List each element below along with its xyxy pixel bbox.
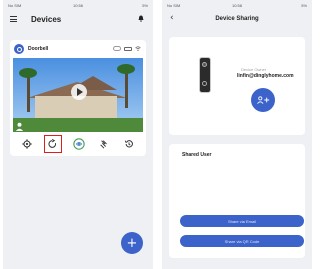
shared-user-title: Shared User (182, 152, 212, 158)
device-sharing-screen: No SIM 10:58 5% ‹ Device Sharing Device … (162, 0, 312, 269)
share-via-qr-button[interactable]: Share via QR Code (180, 235, 304, 247)
settings-button[interactable] (19, 136, 35, 152)
status-time: 10:58 (231, 2, 242, 8)
device-toolbar (10, 134, 146, 154)
device-owner-card: Device Owner linfin@dinglyhome.com (169, 37, 305, 135)
person-icon (15, 122, 24, 131)
add-user-icon (256, 96, 269, 104)
share-icon (48, 139, 56, 148)
status-time: 10:56 (72, 2, 83, 8)
history-icon (125, 140, 134, 148)
device-owner-label: Device Owner (241, 67, 267, 72)
add-device-button[interactable]: + (121, 232, 143, 254)
status-bar: No SIM 10:56 5% (3, 0, 153, 10)
plus-icon: + (126, 235, 138, 251)
shared-users-card: Shared User Share via Email Share via QR… (169, 144, 305, 258)
battery-icon (124, 46, 132, 51)
device-card-header: Doorbell (10, 40, 146, 58)
menu-icon[interactable] (10, 16, 17, 22)
power-button[interactable] (96, 136, 112, 152)
gear-icon (22, 139, 32, 149)
live-view-button[interactable] (71, 136, 87, 152)
page-title: Device Sharing (215, 16, 259, 22)
toggle-icon[interactable] (113, 46, 121, 51)
play-icon[interactable] (71, 84, 87, 100)
back-icon[interactable]: ‹ (170, 13, 174, 23)
add-user-button[interactable] (251, 88, 275, 112)
eye-icon (73, 138, 85, 150)
devices-screen: No SIM 10:56 5% Devices Doorbell + (3, 0, 153, 269)
history-button[interactable] (121, 136, 137, 152)
plug-icon (100, 140, 107, 149)
bell-icon[interactable] (138, 15, 144, 22)
device-card[interactable]: Doorbell (10, 40, 146, 156)
doorbell-icon (14, 44, 24, 54)
device-name: Doorbell (28, 46, 49, 52)
camera-preview[interactable] (13, 58, 143, 132)
share-via-email-button[interactable]: Share via Email (180, 215, 304, 227)
status-bar: No SIM 10:58 5% (162, 0, 312, 10)
wifi-icon (135, 46, 141, 51)
top-bar: ‹ Device Sharing (162, 10, 312, 28)
top-bar: Devices (3, 10, 153, 28)
owner-email: linfin@dinglyhome.com (237, 73, 294, 79)
page-title: Devices (31, 14, 62, 24)
share-button[interactable] (43, 135, 62, 153)
doorbell-image (199, 57, 211, 93)
